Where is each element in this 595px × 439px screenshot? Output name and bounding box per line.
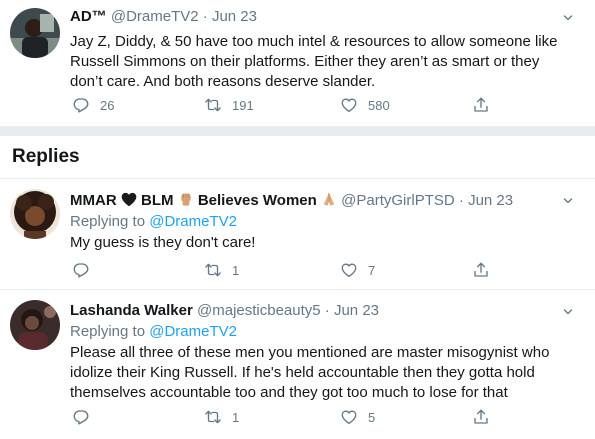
reply-button[interactable]: 26 xyxy=(72,96,114,114)
avatar[interactable] xyxy=(10,300,60,350)
reply-button[interactable] xyxy=(72,408,100,426)
chevron-down-icon[interactable] xyxy=(563,13,573,23)
separator-dot: · xyxy=(324,302,330,319)
display-name[interactable]: MMAR BLM Believes Women xyxy=(70,192,341,209)
tweet-actions: 1 5 xyxy=(70,408,500,428)
tweet-text: Jay Z, Diddy, & 50 have too much intel &… xyxy=(70,33,558,90)
replying-to-link[interactable]: @DrameTV2 xyxy=(149,323,237,340)
retweet-icon xyxy=(204,261,222,279)
replying-to-label: Replying to xyxy=(70,213,146,230)
black-heart-icon xyxy=(121,192,137,207)
replying-to-link[interactable]: @DrameTV2 xyxy=(149,213,237,230)
reply-count: 26 xyxy=(100,97,115,113)
section-divider xyxy=(0,126,595,136)
tweet-header: Lashanda Walker @majesticbeauty5 · Jun 2… xyxy=(70,302,379,319)
tweet-text: My guess is they don't care! xyxy=(70,234,256,251)
like-icon xyxy=(340,261,358,279)
like-count: 7 xyxy=(368,262,376,278)
like-button[interactable]: 5 xyxy=(340,408,375,426)
retweet-count: 191 xyxy=(232,97,254,113)
avatar[interactable] xyxy=(10,189,60,239)
share-button[interactable] xyxy=(472,96,490,114)
chevron-down-icon[interactable] xyxy=(563,196,573,206)
display-name[interactable]: Lashanda Walker xyxy=(70,302,193,319)
avatar[interactable] xyxy=(10,8,60,58)
retweet-button[interactable]: 1 xyxy=(204,261,239,279)
reply-tweet[interactable]: MMAR BLM Believes Women @PartyGirlPTSD ·… xyxy=(0,179,595,289)
retweet-count: 1 xyxy=(232,262,240,278)
like-button[interactable]: 7 xyxy=(340,261,375,279)
share-icon xyxy=(472,261,490,279)
like-icon xyxy=(340,408,358,426)
tweet-actions: 26 191 580 xyxy=(70,96,500,116)
like-count: 5 xyxy=(368,409,376,425)
share-icon xyxy=(472,408,490,426)
like-button[interactable]: 580 xyxy=(340,96,390,114)
reply-icon xyxy=(72,96,90,114)
raised-fist-icon xyxy=(181,193,191,206)
retweet-button[interactable]: 1 xyxy=(204,408,239,426)
main-tweet[interactable]: AD™ @DrameTV2 · Jun 23 Jay Z, Diddy, & 5… xyxy=(0,0,595,126)
folded-hands-icon xyxy=(323,192,335,206)
user-handle[interactable]: @DrameTV2 xyxy=(111,8,199,25)
share-button[interactable] xyxy=(472,408,490,426)
reply-icon xyxy=(72,261,90,279)
separator-dot: · xyxy=(202,8,208,25)
tweet-header: AD™ @DrameTV2 · Jun 23 xyxy=(70,8,257,25)
retweet-icon xyxy=(204,96,222,114)
share-icon xyxy=(472,96,490,114)
chevron-down-icon[interactable] xyxy=(563,307,573,317)
user-handle[interactable]: @PartyGirlPTSD xyxy=(341,192,455,209)
tweet-header: MMAR BLM Believes Women @PartyGirlPTSD ·… xyxy=(70,191,513,209)
user-handle[interactable]: @majesticbeauty5 xyxy=(197,302,321,319)
retweet-count: 1 xyxy=(232,409,240,425)
share-button[interactable] xyxy=(472,261,490,279)
tweet-date[interactable]: Jun 23 xyxy=(468,192,513,209)
display-name-part: Believes Women xyxy=(197,192,317,209)
display-name-part: BLM xyxy=(141,192,174,209)
like-count: 580 xyxy=(368,97,390,113)
tweet-date[interactable]: Jun 23 xyxy=(334,302,379,319)
replies-heading: Replies xyxy=(12,146,80,167)
retweet-icon xyxy=(204,408,222,426)
replying-to: Replying to @DrameTV2 xyxy=(70,323,237,340)
separator-dot: · xyxy=(458,192,464,209)
tweet-text: Please all three of these men you mentio… xyxy=(70,344,550,401)
like-icon xyxy=(340,96,358,114)
replying-to-label: Replying to xyxy=(70,323,146,340)
reply-button[interactable] xyxy=(72,261,100,279)
display-name-part: MMAR xyxy=(70,192,117,209)
tweet-date[interactable]: Jun 23 xyxy=(212,8,257,25)
replying-to: Replying to @DrameTV2 xyxy=(70,213,237,230)
tweet-actions: 1 7 xyxy=(70,261,500,281)
retweet-button[interactable]: 191 xyxy=(204,96,254,114)
reply-icon xyxy=(72,408,90,426)
display-name[interactable]: AD™ xyxy=(70,8,107,25)
reply-tweet[interactable]: Lashanda Walker @majesticbeauty5 · Jun 2… xyxy=(0,290,595,439)
